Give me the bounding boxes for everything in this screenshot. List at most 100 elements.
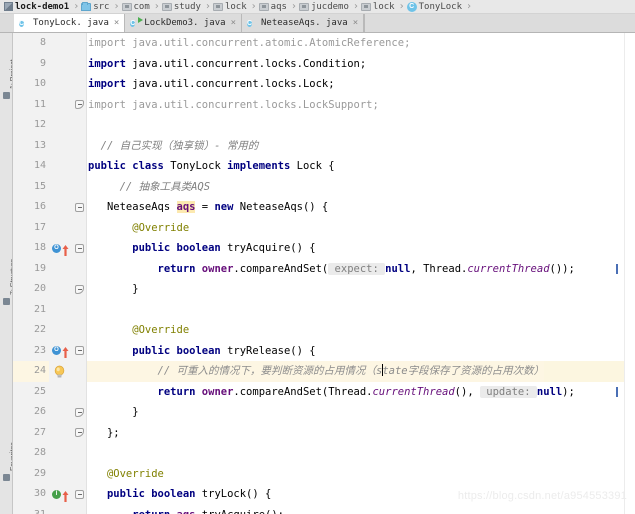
code-token: owner: [201, 262, 234, 275]
breadcrumb-item-study[interactable]: study: [161, 0, 204, 14]
code-line[interactable]: 25 return owner.compareAndSet(Thread.cur…: [13, 382, 635, 403]
code-fold-toggle[interactable]: [75, 489, 84, 499]
line-number: 19: [33, 262, 46, 274]
editor-tab-bar[interactable]: C TonyLock. java × C LockDemo3. java × C Neteas…: [0, 14, 635, 33]
up-arrow-icon[interactable]: [62, 489, 69, 502]
code-line-text: public boolean tryLock() {: [88, 484, 271, 505]
breadcrumb-item-label: jucdemo: [310, 1, 349, 12]
code-token: tryAcquire() {: [227, 242, 316, 254]
code-line[interactable]: 8 import java.util.concurrent.atomic.Atom…: [13, 33, 635, 54]
code-line[interactable]: 15 // 抽象工具类AQS: [13, 177, 635, 198]
code-line[interactable]: 19 return owner.compareAndSet( expect: n…: [13, 259, 635, 280]
breadcrumb-item-lock-demo1[interactable]: lock-demo1: [3, 0, 72, 14]
up-arrow-icon[interactable]: [62, 243, 69, 256]
breadcrumb-item-lock[interactable]: lock: [212, 0, 250, 14]
code-line[interactable]: 17 @Override: [13, 218, 635, 239]
editor-tab-lockdemo3-java[interactable]: C LockDemo3. java ×: [125, 14, 242, 32]
implement-marker-icon[interactable]: I: [52, 489, 61, 499]
code-token: owner: [201, 385, 234, 398]
line-number: 23: [33, 344, 46, 356]
breadcrumb-item-label: study: [173, 1, 201, 12]
code-line-text: import java.util.concurrent.locks.LockSu…: [88, 95, 379, 116]
code-line[interactable]: 24 // 可重入的情况下，要判断资源的占用情况（state字段保存了资源的占用…: [13, 361, 635, 382]
code-line[interactable]: 16 NeteaseAqs aqs = new NeteaseAqs() {: [13, 197, 635, 218]
project-icon: [3, 92, 10, 99]
code-token: return: [88, 509, 177, 514]
code-line[interactable]: 20 }: [13, 279, 635, 300]
code-lines[interactable]: 8 import java.util.concurrent.atomic.Atom…: [13, 33, 635, 514]
package-icon: [212, 2, 223, 11]
code-token: aqs: [176, 201, 196, 213]
line-number: 25: [33, 385, 46, 397]
breadcrumb-item-aqs[interactable]: aqs: [258, 0, 290, 14]
override-marker-icon[interactable]: O: [52, 243, 61, 253]
code-line-text: };: [88, 423, 120, 444]
line-number: 20: [33, 283, 46, 294]
intention-bulb-icon[interactable]: [53, 365, 66, 379]
package-icon: [121, 2, 132, 11]
override-marker-icon[interactable]: O: [52, 346, 61, 355]
code-line-text: @Override: [88, 320, 189, 341]
breadcrumb-item-jucdemo[interactable]: jucdemo: [298, 0, 352, 14]
tool-window-tab-favorites[interactable]: Favorites: [0, 413, 12, 485]
line-number: 27: [33, 426, 46, 438]
close-icon[interactable]: ×: [229, 18, 236, 28]
gutter-marker[interactable]: O: [52, 345, 74, 358]
line-number: 16: [33, 201, 46, 212]
code-token: tryLock() {: [201, 488, 272, 500]
breadcrumb-item-label: lock: [372, 1, 395, 12]
code-line[interactable]: 10 import java.util.concurrent.locks.Lock…: [13, 74, 635, 95]
tool-window-strip[interactable]: 1: Project 7: Structure Favorites: [0, 33, 13, 514]
code-line-text: // 自己实现（独享锁）- 常用的: [88, 136, 259, 157]
editor-scroll-rail[interactable]: [624, 33, 635, 514]
up-arrow-icon[interactable]: [62, 345, 69, 358]
code-line[interactable]: 29 @Override: [13, 464, 635, 485]
editor-tab-tonylock-java[interactable]: C TonyLock. java ×: [14, 14, 126, 32]
code-token: import java.util.concurrent.locks.LockSu…: [88, 98, 379, 111]
breadcrumb-separator-icon: ›: [290, 1, 297, 12]
line-number: 31: [33, 508, 46, 514]
code-editor[interactable]: 8 import java.util.concurrent.atomic.Atom…: [13, 33, 635, 514]
code-line[interactable]: 13 // 自己实现（独享锁）- 常用的: [13, 136, 635, 157]
breadcrumb-item-label: com: [133, 1, 150, 12]
code-line[interactable]: 21: [13, 300, 635, 321]
ide-window: lock-demo1 › src › com › study › lock › aqs › jucdem…: [0, 0, 635, 514]
breadcrumb[interactable]: lock-demo1 › src › com › study › lock › aqs › jucdem…: [0, 0, 635, 14]
code-fold-toggle[interactable]: [75, 346, 84, 355]
code-line[interactable]: 9 import java.util.concurrent.locks.Condi…: [13, 54, 635, 75]
tool-window-tab-1-project[interactable]: 1: Project: [0, 37, 12, 103]
gutter-marker[interactable]: O: [52, 243, 74, 256]
code-fold-toggle[interactable]: [75, 202, 84, 212]
code-fold-toggle[interactable]: [75, 428, 84, 437]
line-number: 29: [33, 467, 46, 479]
editor-tab-neteaseaqs-java[interactable]: C NeteaseAqs. java ×: [241, 14, 365, 32]
code-line[interactable]: 28: [13, 443, 635, 464]
tool-window-tab-7-structure[interactable]: 7: Structure: [0, 233, 12, 309]
breadcrumb-item-src[interactable]: src: [80, 0, 112, 14]
code-token: @Override: [88, 324, 190, 336]
code-fold-toggle[interactable]: [75, 407, 84, 417]
code-line-text: public boolean tryRelease() {: [88, 341, 315, 362]
breadcrumb-item-com[interactable]: com: [121, 0, 153, 14]
code-line[interactable]: 18 O public boolean tryAcquire() {: [13, 238, 635, 259]
code-line[interactable]: 12: [13, 115, 635, 136]
code-line[interactable]: 22 @Override: [13, 320, 635, 341]
gutter-marker[interactable]: I: [52, 489, 74, 502]
close-icon[interactable]: ×: [351, 18, 358, 28]
code-line[interactable]: 23 O public boolean tryRelease() {: [13, 341, 635, 362]
breadcrumb-item-lock[interactable]: lock: [360, 0, 398, 14]
code-token: }: [88, 283, 139, 295]
code-token: , Thread.: [410, 262, 468, 275]
code-line[interactable]: 31 return aqs.tryAcquire();: [13, 505, 635, 514]
code-line[interactable]: 11 import java.util.concurrent.locks.Lock…: [13, 95, 635, 116]
code-token: };: [88, 426, 120, 439]
code-line[interactable]: 27 };: [13, 423, 635, 444]
code-line[interactable]: 26 }: [13, 402, 635, 423]
breadcrumb-item-tonylock[interactable]: C TonyLock: [406, 0, 465, 14]
breadcrumb-item-label: aqs: [270, 1, 287, 12]
code-line[interactable]: 14 public class TonyLock implements Lock …: [13, 156, 635, 177]
code-fold-toggle[interactable]: [75, 100, 84, 109]
code-fold-toggle[interactable]: [75, 243, 84, 253]
code-fold-toggle[interactable]: [75, 284, 84, 294]
close-icon[interactable]: ×: [112, 18, 119, 28]
